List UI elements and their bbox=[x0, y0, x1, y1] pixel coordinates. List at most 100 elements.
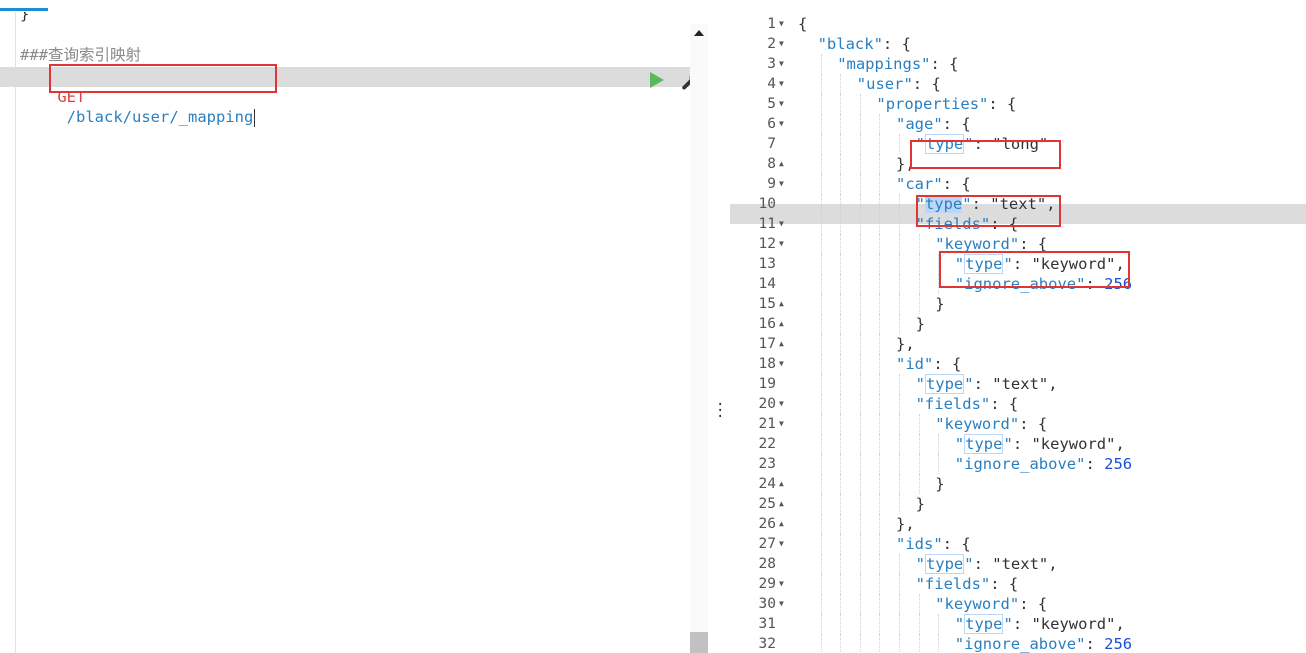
fold-down-icon[interactable]: ▼ bbox=[779, 354, 789, 374]
fold-down-icon[interactable]: ▼ bbox=[779, 74, 789, 94]
indent-guide bbox=[840, 554, 842, 574]
indent-guide bbox=[820, 534, 822, 554]
indent-guide bbox=[840, 594, 842, 614]
splitter-handle-icon[interactable]: · · · bbox=[716, 398, 724, 424]
code-line: "keyword": { bbox=[935, 594, 1047, 614]
code-token: "ignore_above" bbox=[954, 455, 1086, 473]
fold-up-icon[interactable]: ▲ bbox=[779, 294, 789, 314]
code-token: " bbox=[1003, 615, 1013, 633]
code-token: : { bbox=[1019, 595, 1048, 613]
scrollbar-thumb[interactable] bbox=[690, 632, 708, 653]
indent-guide bbox=[899, 554, 900, 574]
line-number: 4 bbox=[767, 76, 776, 92]
indent-guide bbox=[879, 354, 881, 374]
indent-guide bbox=[859, 474, 861, 494]
indent-guide bbox=[899, 134, 900, 154]
line-number: 9 bbox=[767, 176, 776, 192]
highlight-box-car-type bbox=[916, 195, 1061, 227]
indent-guide bbox=[899, 394, 900, 414]
indent-guide bbox=[820, 474, 822, 494]
indent-guide bbox=[820, 214, 822, 234]
fold-up-icon[interactable]: ▲ bbox=[779, 154, 789, 174]
code-token: "fields" bbox=[915, 395, 991, 413]
indent-guide bbox=[820, 194, 822, 214]
indent-guide bbox=[859, 334, 861, 354]
indent-guide bbox=[859, 574, 861, 594]
indent-guide bbox=[820, 274, 822, 294]
indent-guide bbox=[820, 614, 822, 634]
code-token: "properties" bbox=[876, 95, 989, 113]
fold-down-icon[interactable]: ▼ bbox=[779, 414, 789, 434]
request-scrollbar[interactable] bbox=[690, 24, 708, 653]
code-token: " bbox=[954, 615, 965, 633]
pane-splitter[interactable]: · · · bbox=[710, 12, 730, 653]
indent-guide bbox=[879, 474, 881, 494]
code-line: }, bbox=[896, 514, 915, 534]
indent-guide bbox=[840, 374, 842, 394]
indent-guide bbox=[840, 234, 842, 254]
code-token: "user" bbox=[856, 75, 913, 93]
fold-down-icon[interactable]: ▼ bbox=[779, 34, 789, 54]
code-token: " bbox=[964, 375, 974, 393]
request-url[interactable]: /black/user/_mapping bbox=[57, 108, 256, 127]
indent-guide bbox=[899, 434, 900, 454]
code-line: "ignore_above": 256 bbox=[955, 454, 1132, 474]
indent-guide bbox=[918, 634, 920, 653]
fold-down-icon[interactable]: ▼ bbox=[779, 94, 789, 114]
indent-guide bbox=[879, 554, 881, 574]
code-line: "black": { bbox=[818, 34, 911, 54]
indent-guide bbox=[879, 434, 881, 454]
fold-down-icon[interactable]: ▼ bbox=[779, 534, 789, 554]
indent-guide bbox=[820, 294, 822, 314]
code-line: "fields": { bbox=[916, 394, 1019, 414]
request-path: /black/user/_mapping bbox=[66, 108, 254, 126]
fold-up-icon[interactable]: ▲ bbox=[779, 314, 789, 334]
code-token: : { bbox=[942, 535, 971, 553]
fold-up-icon[interactable]: ▲ bbox=[779, 334, 789, 354]
indent-guide bbox=[879, 194, 881, 214]
indent-guide bbox=[859, 234, 861, 254]
scroll-up-arrow[interactable] bbox=[694, 30, 704, 36]
code-token: : "text", bbox=[973, 375, 1058, 393]
indent-guide bbox=[918, 434, 920, 454]
fold-down-icon[interactable]: ▼ bbox=[779, 234, 789, 254]
indent-guide bbox=[879, 234, 881, 254]
code-token: } bbox=[915, 495, 925, 513]
indent-guide bbox=[859, 394, 861, 414]
response-viewer[interactable]: 1 ▼{2 ▼ "black": {3 ▼ "mappings": {4 ▼ "user": … bbox=[730, 12, 1306, 653]
line-number: 22 bbox=[758, 436, 776, 452]
indent-guide bbox=[859, 94, 861, 114]
fold-up-icon[interactable]: ▲ bbox=[779, 514, 789, 534]
indent-guide bbox=[840, 614, 842, 634]
fold-down-icon[interactable]: ▼ bbox=[779, 394, 789, 414]
request-editor[interactable]: } ###查询索引映射 GET /black/user/_mapping bbox=[0, 12, 710, 653]
fold-down-icon[interactable]: ▼ bbox=[779, 174, 789, 194]
indent-guide bbox=[820, 494, 822, 514]
indent-guide bbox=[840, 134, 842, 154]
indent-guide bbox=[859, 494, 861, 514]
indent-guide bbox=[859, 374, 861, 394]
fold-down-icon[interactable]: ▼ bbox=[779, 14, 789, 34]
indent-guide bbox=[820, 134, 822, 154]
code-token: } bbox=[915, 315, 925, 333]
code-line: "type": "text", bbox=[916, 374, 1058, 394]
indent-guide bbox=[840, 214, 842, 234]
indent-guide bbox=[899, 594, 900, 614]
code-line: "id": { bbox=[896, 354, 961, 374]
code-token: }, bbox=[896, 515, 915, 533]
fold-down-icon[interactable]: ▼ bbox=[779, 594, 789, 614]
indent-guide bbox=[938, 434, 940, 454]
indent-guide bbox=[918, 614, 920, 634]
indent-guide bbox=[918, 594, 920, 614]
fold-down-icon[interactable]: ▼ bbox=[779, 54, 789, 74]
play-icon[interactable] bbox=[650, 72, 664, 88]
fold-down-icon[interactable]: ▼ bbox=[779, 114, 789, 134]
indent-guide bbox=[820, 394, 822, 414]
indent-guide bbox=[879, 134, 881, 154]
fold-down-icon[interactable]: ▼ bbox=[779, 574, 789, 594]
fold-up-icon[interactable]: ▲ bbox=[779, 494, 789, 514]
indent-guide bbox=[840, 494, 842, 514]
fold-down-icon[interactable]: ▼ bbox=[779, 214, 789, 234]
fold-up-icon[interactable]: ▲ bbox=[779, 474, 789, 494]
line-number: 17 bbox=[758, 336, 776, 352]
